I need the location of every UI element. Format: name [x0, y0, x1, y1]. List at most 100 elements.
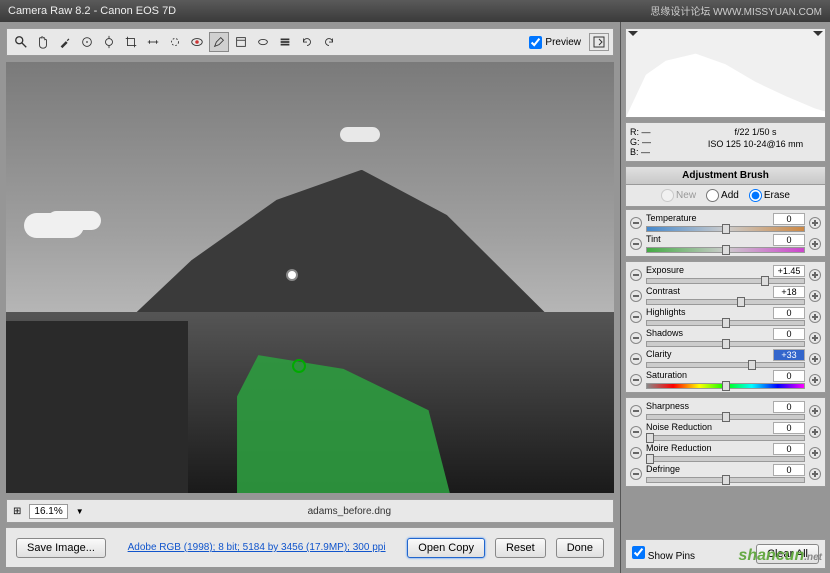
reset-button[interactable]: Reset: [495, 538, 546, 558]
slider-thumb[interactable]: [722, 381, 730, 391]
minus-icon[interactable]: [630, 447, 642, 459]
minus-icon[interactable]: [630, 374, 642, 386]
minus-icon[interactable]: [630, 269, 642, 281]
workflow-link[interactable]: Adobe RGB (1998); 8 bit; 5184 by 3456 (1…: [116, 542, 397, 553]
slider-defringe: Defringe0: [630, 463, 821, 484]
minus-icon[interactable]: [630, 238, 642, 250]
minus-icon[interactable]: [630, 217, 642, 229]
slider-track[interactable]: [646, 383, 805, 389]
slider-clarity: Clarity+33: [630, 348, 821, 369]
toolbar: Preview: [6, 28, 614, 56]
filename-label: adams_before.dng: [92, 506, 607, 517]
slider-value[interactable]: 0: [773, 464, 805, 476]
spot-removal-icon[interactable]: [165, 32, 185, 52]
grid-icon[interactable]: ⊞: [13, 506, 21, 517]
minus-icon[interactable]: [630, 332, 642, 344]
brush-mode-row: New Add Erase: [625, 185, 826, 207]
slider-track[interactable]: [646, 341, 805, 347]
slider-thumb[interactable]: [646, 454, 654, 464]
plus-icon[interactable]: [809, 217, 821, 229]
plus-icon[interactable]: [809, 332, 821, 344]
slider-thumb[interactable]: [722, 245, 730, 255]
slider-track[interactable]: [646, 435, 805, 441]
straighten-icon[interactable]: [143, 32, 163, 52]
histogram[interactable]: [625, 28, 826, 118]
minus-icon[interactable]: [630, 290, 642, 302]
slider-thumb[interactable]: [722, 318, 730, 328]
slider-track[interactable]: [646, 456, 805, 462]
slider-thumb[interactable]: [722, 224, 730, 234]
slider-sharpness: Sharpness0: [630, 400, 821, 421]
slider-track[interactable]: [646, 247, 805, 253]
adjustment-brush-icon[interactable]: [209, 32, 229, 52]
eyedropper-icon[interactable]: [55, 32, 75, 52]
plus-icon[interactable]: [809, 269, 821, 281]
radial-filter-icon[interactable]: [253, 32, 273, 52]
zoom-select[interactable]: 16.1%: [29, 504, 67, 519]
color-sampler-icon[interactable]: [77, 32, 97, 52]
minus-icon[interactable]: [630, 405, 642, 417]
open-copy-button[interactable]: Open Copy: [407, 538, 485, 558]
hand-tool-icon[interactable]: [33, 32, 53, 52]
plus-icon[interactable]: [809, 238, 821, 250]
preview-canvas[interactable]: [6, 62, 614, 493]
slider-value[interactable]: 0: [773, 328, 805, 340]
slider-thumb[interactable]: [737, 297, 745, 307]
plus-icon[interactable]: [809, 290, 821, 302]
mode-new[interactable]: New: [661, 189, 696, 202]
mode-add[interactable]: Add: [706, 189, 739, 202]
slider-moire-reduction: Moire Reduction0: [630, 442, 821, 463]
slider-track[interactable]: [646, 278, 805, 284]
slider-thumb[interactable]: [722, 475, 730, 485]
slider-thumb[interactable]: [646, 433, 654, 443]
crop-tool-icon[interactable]: [121, 32, 141, 52]
plus-icon[interactable]: [809, 374, 821, 386]
slider-value[interactable]: +1.45: [773, 265, 805, 277]
save-image-button[interactable]: Save Image...: [16, 538, 106, 558]
plus-icon[interactable]: [809, 311, 821, 323]
minus-icon[interactable]: [630, 426, 642, 438]
slider-track[interactable]: [646, 477, 805, 483]
slider-value[interactable]: 0: [773, 422, 805, 434]
slider-value[interactable]: 0: [773, 443, 805, 455]
slider-track[interactable]: [646, 362, 805, 368]
slider-track[interactable]: [646, 226, 805, 232]
slider-value[interactable]: 0: [773, 234, 805, 246]
slider-thumb[interactable]: [748, 360, 756, 370]
done-button[interactable]: Done: [556, 538, 604, 558]
slider-track[interactable]: [646, 414, 805, 420]
preferences-icon[interactable]: [275, 32, 295, 52]
slider-thumb[interactable]: [722, 339, 730, 349]
clear-all-button[interactable]: Clear All: [756, 544, 819, 564]
plus-icon[interactable]: [809, 353, 821, 365]
graduated-filter-icon[interactable]: [231, 32, 251, 52]
slider-thumb[interactable]: [761, 276, 769, 286]
slider-value[interactable]: 0: [773, 401, 805, 413]
show-pins-checkbox[interactable]: Show Pins: [632, 546, 695, 562]
rotate-ccw-icon[interactable]: [297, 32, 317, 52]
plus-icon[interactable]: [809, 426, 821, 438]
mode-erase[interactable]: Erase: [749, 189, 790, 202]
adjustment-pin[interactable]: [286, 269, 298, 281]
slider-track[interactable]: [646, 320, 805, 326]
minus-icon[interactable]: [630, 468, 642, 480]
redeye-icon[interactable]: [187, 32, 207, 52]
fullscreen-icon[interactable]: [589, 33, 609, 51]
minus-icon[interactable]: [630, 353, 642, 365]
slider-track[interactable]: [646, 299, 805, 305]
slider-value[interactable]: 0: [773, 213, 805, 225]
rotate-cw-icon[interactable]: [319, 32, 339, 52]
plus-icon[interactable]: [809, 447, 821, 459]
slider-value[interactable]: 0: [773, 370, 805, 382]
slider-thumb[interactable]: [722, 412, 730, 422]
slider-value[interactable]: +33: [773, 349, 805, 361]
zoom-tool-icon[interactable]: [11, 32, 31, 52]
plus-icon[interactable]: [809, 468, 821, 480]
preview-checkbox[interactable]: Preview: [529, 36, 581, 49]
minus-icon[interactable]: [630, 311, 642, 323]
slider-contrast: Contrast+18: [630, 285, 821, 306]
slider-value[interactable]: 0: [773, 307, 805, 319]
targeted-adjustment-icon[interactable]: [99, 32, 119, 52]
plus-icon[interactable]: [809, 405, 821, 417]
slider-value[interactable]: +18: [773, 286, 805, 298]
